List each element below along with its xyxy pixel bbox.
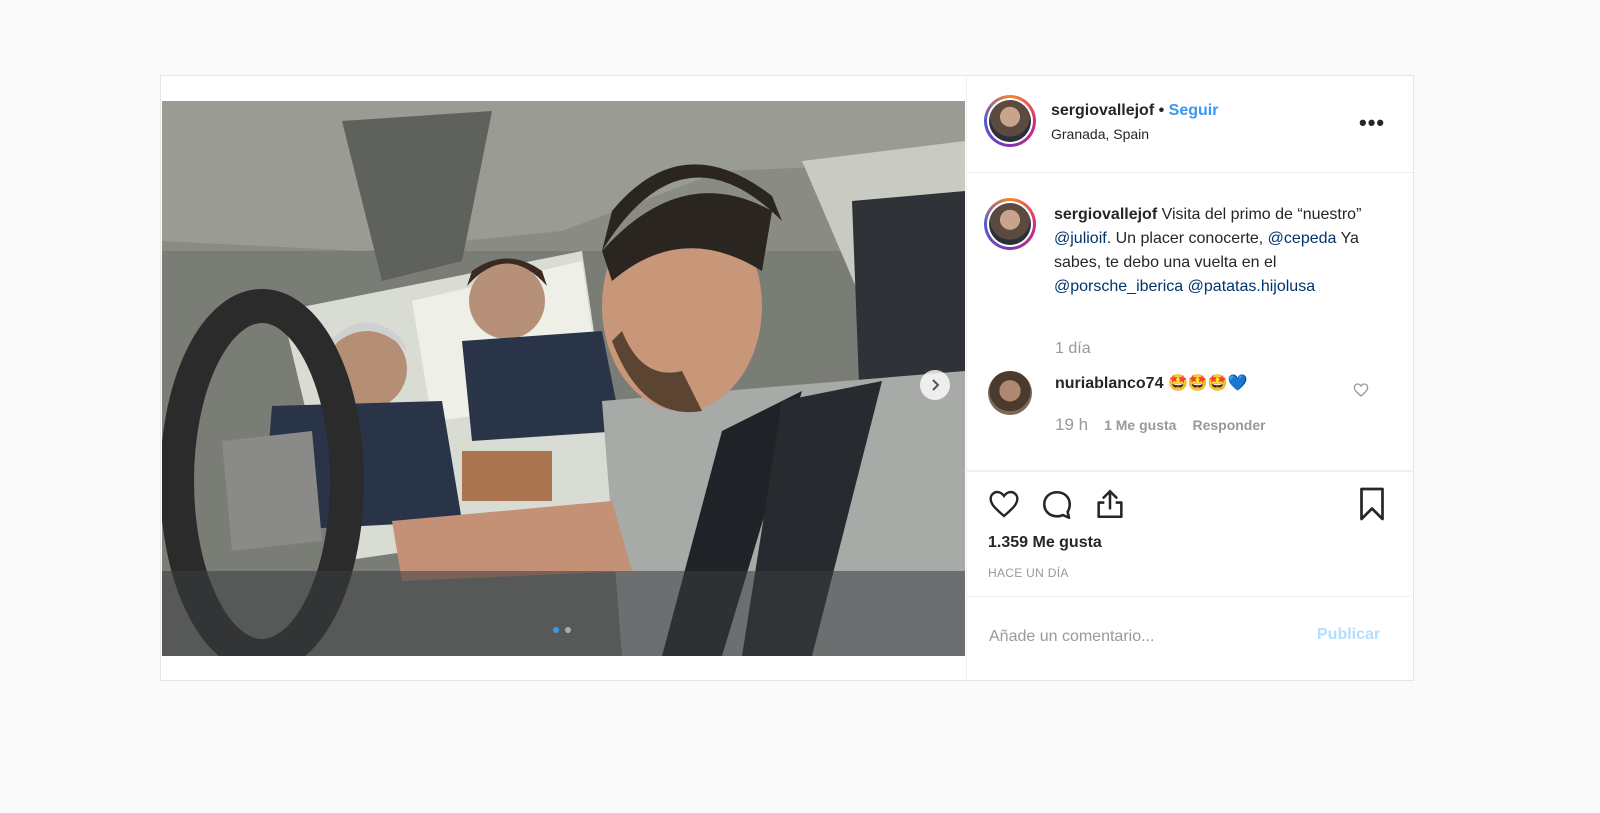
divider xyxy=(967,471,1412,472)
publish-button[interactable]: Publicar xyxy=(1317,626,1380,644)
save-bookmark-icon[interactable] xyxy=(1357,486,1387,522)
comment-meta: 19 h 1 Me gusta Responder xyxy=(1055,415,1266,435)
share-icon[interactable] xyxy=(1093,486,1127,522)
avatar[interactable] xyxy=(984,95,1036,147)
like-heart-icon[interactable] xyxy=(987,488,1021,520)
caption-username[interactable]: sergiovallejof xyxy=(1054,206,1157,223)
comment-body: nuriablanco74 🤩🤩🤩💙 xyxy=(1055,373,1248,393)
comment-like-heart-icon[interactable] xyxy=(1353,382,1369,398)
separator: • xyxy=(1154,102,1169,119)
follow-button[interactable]: Seguir xyxy=(1169,102,1219,119)
post-photo[interactable] xyxy=(162,101,965,656)
caption-avatar[interactable] xyxy=(984,198,1036,250)
add-comment-bar: Publicar xyxy=(967,596,1412,680)
comment-time[interactable]: 19 h xyxy=(1055,415,1088,435)
comment-likes-count[interactable]: 1 Me gusta xyxy=(1104,417,1176,433)
post-date[interactable]: HACE UN DÍA xyxy=(988,566,1069,580)
commenter-avatar[interactable] xyxy=(988,371,1032,415)
mention-link[interactable]: @cepeda xyxy=(1268,230,1337,247)
mention-link[interactable]: @porsche_iberica xyxy=(1054,278,1183,295)
car-interior-photo xyxy=(162,101,965,656)
comment-text: 🤩🤩🤩💙 xyxy=(1167,375,1248,392)
author-username[interactable]: sergiovallejof xyxy=(1051,102,1154,119)
caption-text: Visita del primo de “nuestro” xyxy=(1157,206,1362,223)
mention-link[interactable]: @julioif xyxy=(1054,230,1107,247)
caption: sergiovallejof Visita del primo de “nues… xyxy=(1054,203,1384,299)
more-options-icon[interactable]: ••• xyxy=(1359,110,1385,136)
comment-bubble-icon[interactable] xyxy=(1040,488,1074,522)
post-card: sergiovallejof • Seguir Granada, Spain •… xyxy=(160,75,1414,681)
location-link[interactable]: Granada, Spain xyxy=(1051,126,1149,142)
caption-text: . Un placer conocerte, xyxy=(1106,230,1268,247)
add-comment-input[interactable] xyxy=(987,624,1291,650)
post-sidebar: sergiovallejof • Seguir Granada, Spain •… xyxy=(966,76,1413,680)
carousel-dot xyxy=(565,627,571,633)
comments-section: sergiovallejof Visita del primo de “nues… xyxy=(967,173,1413,471)
carousel-dot xyxy=(553,627,559,633)
commenter-username[interactable]: nuriablanco74 xyxy=(1055,375,1163,392)
likes-count[interactable]: 1.359 Me gusta xyxy=(988,534,1102,552)
divider xyxy=(967,596,1412,597)
mention-link[interactable]: @patatas.hijolusa xyxy=(1188,278,1315,295)
caption-time[interactable]: 1 día xyxy=(1055,340,1091,358)
reply-button[interactable]: Responder xyxy=(1192,417,1265,433)
carousel-indicator xyxy=(553,627,571,633)
post-header: sergiovallejof • Seguir Granada, Spain •… xyxy=(967,76,1413,173)
chevron-right-icon xyxy=(932,379,940,391)
profile-photo xyxy=(989,203,1031,245)
next-photo-button[interactable] xyxy=(920,370,950,400)
profile-photo xyxy=(989,100,1031,142)
